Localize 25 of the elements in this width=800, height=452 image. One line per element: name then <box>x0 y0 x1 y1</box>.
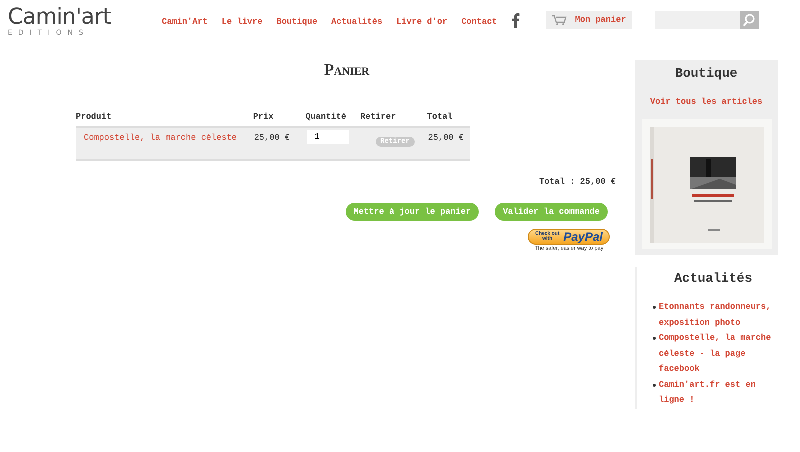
news-link[interactable]: Compostelle, la marche céleste - la page facebook <box>659 331 778 378</box>
cart-link[interactable]: Mon panier <box>546 11 632 29</box>
bullet-icon <box>653 306 656 309</box>
cart-total: Total : 25,00 € <box>539 177 616 187</box>
all-articles-link[interactable]: Voir tous les articles <box>650 97 763 107</box>
bullet-icon <box>653 384 656 386</box>
sidebar-title: Boutique <box>675 66 738 81</box>
sidebar-title: Actualités <box>674 271 752 286</box>
news-link[interactable]: Etonnants randonneurs, exposition photo <box>659 300 778 331</box>
cart-icon <box>552 14 568 26</box>
nav-link[interactable]: Boutique <box>276 17 318 27</box>
nav-link[interactable]: Contact <box>462 17 498 27</box>
quantity-field[interactable]: 1 <box>306 130 349 144</box>
table-cell: 25,00 € <box>253 127 306 160</box>
logo-wordmark[interactable]: Camin'art <box>8 7 112 29</box>
facebook-icon[interactable] <box>511 12 520 28</box>
nav-link[interactable]: Camin'Art <box>162 17 208 27</box>
table-cell: 25,00 € <box>427 127 470 160</box>
news-link[interactable]: Camin'art.fr est en ligne ! <box>659 378 778 408</box>
nav-link[interactable]: Livre d'or <box>396 17 448 27</box>
nav-link[interactable]: Actualités <box>332 17 383 27</box>
bullet-icon <box>653 337 656 340</box>
page-title: Panier <box>323 62 371 80</box>
search-field[interactable] <box>655 11 740 29</box>
nav-link[interactable]: Le livre <box>222 17 263 27</box>
